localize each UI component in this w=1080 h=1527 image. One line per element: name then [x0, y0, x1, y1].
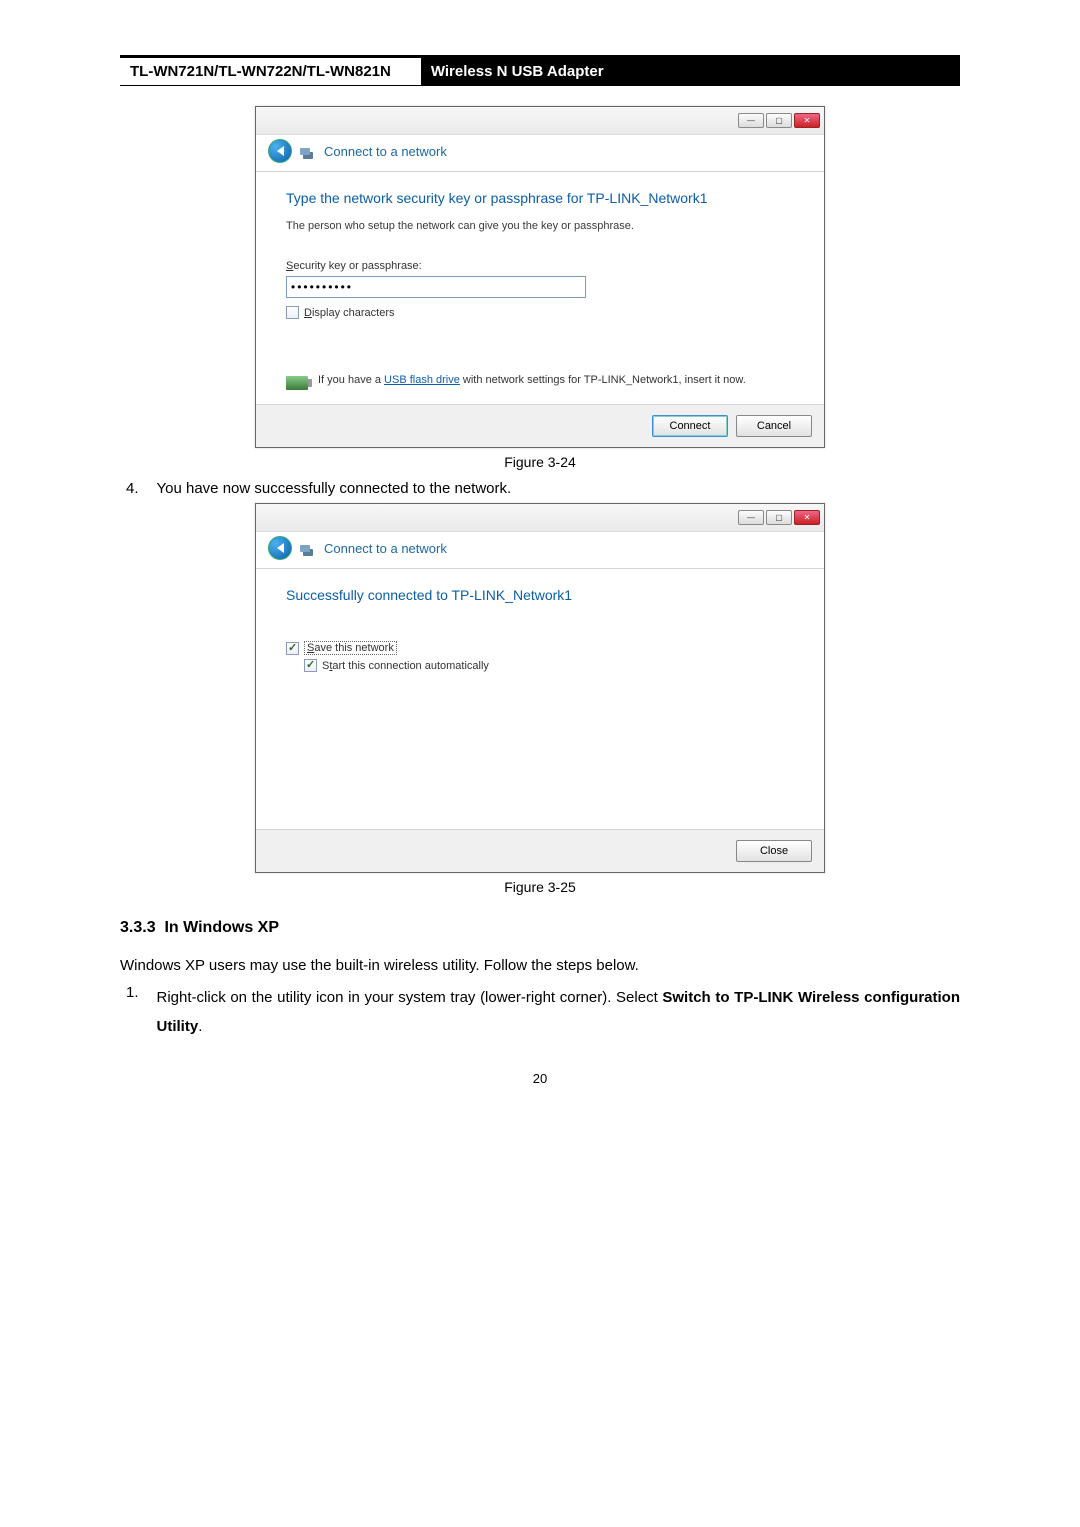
- dialog-title: Connect to a network: [324, 541, 447, 556]
- connect-button[interactable]: Connect: [652, 415, 728, 437]
- step-number: 1.: [126, 984, 139, 1041]
- xp-step-1: 1. Right-click on the utility icon in yo…: [120, 984, 960, 1041]
- network-icon: [300, 143, 316, 159]
- maximize-button[interactable]: ▢: [766, 510, 792, 525]
- close-button[interactable]: ✕: [794, 113, 820, 128]
- document-header: TL-WN721N/TL-WN722N/TL-WN821N Wireless N…: [120, 55, 960, 86]
- dialog-title: Connect to a network: [324, 144, 447, 159]
- usb-hint-row: If you have a USB flash drive with netwo…: [286, 374, 794, 390]
- start-auto-label: Start this connection automatically: [322, 660, 489, 672]
- display-characters-label: Display characters: [304, 307, 395, 319]
- back-button[interactable]: [268, 536, 292, 560]
- step-text: You have now successfully connected to t…: [157, 480, 512, 497]
- passphrase-label: Security key or passphrase:: [286, 260, 794, 272]
- start-auto-checkbox[interactable]: [304, 659, 317, 672]
- minimize-button[interactable]: —: [738, 510, 764, 525]
- back-button[interactable]: [268, 139, 292, 163]
- network-icon: [300, 540, 316, 556]
- dialog-subtext: The person who setup the network can giv…: [286, 220, 794, 232]
- save-network-checkbox[interactable]: [286, 642, 299, 655]
- dialog-subheader: Connect to a network: [256, 532, 824, 569]
- usb-flash-drive-link[interactable]: USB flash drive: [384, 374, 460, 386]
- save-network-label: Save this network: [304, 641, 397, 655]
- dialog-footer: Connect Cancel: [256, 404, 824, 447]
- dialog-heading: Type the network security key or passphr…: [286, 190, 794, 206]
- connect-network-dialog-2: — ▢ ✕ Connect to a network Successfully …: [255, 503, 825, 873]
- display-characters-checkbox[interactable]: [286, 306, 299, 319]
- figure-caption-2: Figure 3-25: [120, 879, 960, 895]
- minimize-button[interactable]: —: [738, 113, 764, 128]
- cancel-button[interactable]: Cancel: [736, 415, 812, 437]
- titlebar: — ▢ ✕: [256, 504, 824, 532]
- figure-caption-1: Figure 3-24: [120, 454, 960, 470]
- model-label: TL-WN721N/TL-WN722N/TL-WN821N: [120, 55, 421, 86]
- success-heading: Successfully connected to TP-LINK_Networ…: [286, 587, 794, 603]
- passphrase-input[interactable]: [286, 276, 586, 298]
- display-characters-row[interactable]: Display characters: [286, 306, 794, 319]
- usb-drive-icon: [286, 376, 308, 390]
- maximize-button[interactable]: ▢: [766, 113, 792, 128]
- xp-intro-text: Windows XP users may use the built-in wi…: [120, 957, 960, 974]
- titlebar: — ▢ ✕: [256, 107, 824, 135]
- step-text: Right-click on the utility icon in your …: [157, 984, 960, 1041]
- close-button[interactable]: ✕: [794, 510, 820, 525]
- save-network-row[interactable]: Save this network: [286, 641, 794, 655]
- page-number: 20: [120, 1071, 960, 1086]
- product-label: Wireless N USB Adapter: [421, 55, 960, 86]
- dialog-subheader: Connect to a network: [256, 135, 824, 172]
- section-heading: 3.3.3 In Windows XP: [120, 919, 960, 937]
- connect-network-dialog-1: — ▢ ✕ Connect to a network Type the netw…: [255, 106, 825, 448]
- start-auto-row[interactable]: Start this connection automatically: [304, 659, 794, 672]
- close-dialog-button[interactable]: Close: [736, 840, 812, 862]
- step-number: 4.: [126, 480, 139, 497]
- dialog-footer: Close: [256, 829, 824, 872]
- step-4: 4. You have now successfully connected t…: [120, 480, 960, 497]
